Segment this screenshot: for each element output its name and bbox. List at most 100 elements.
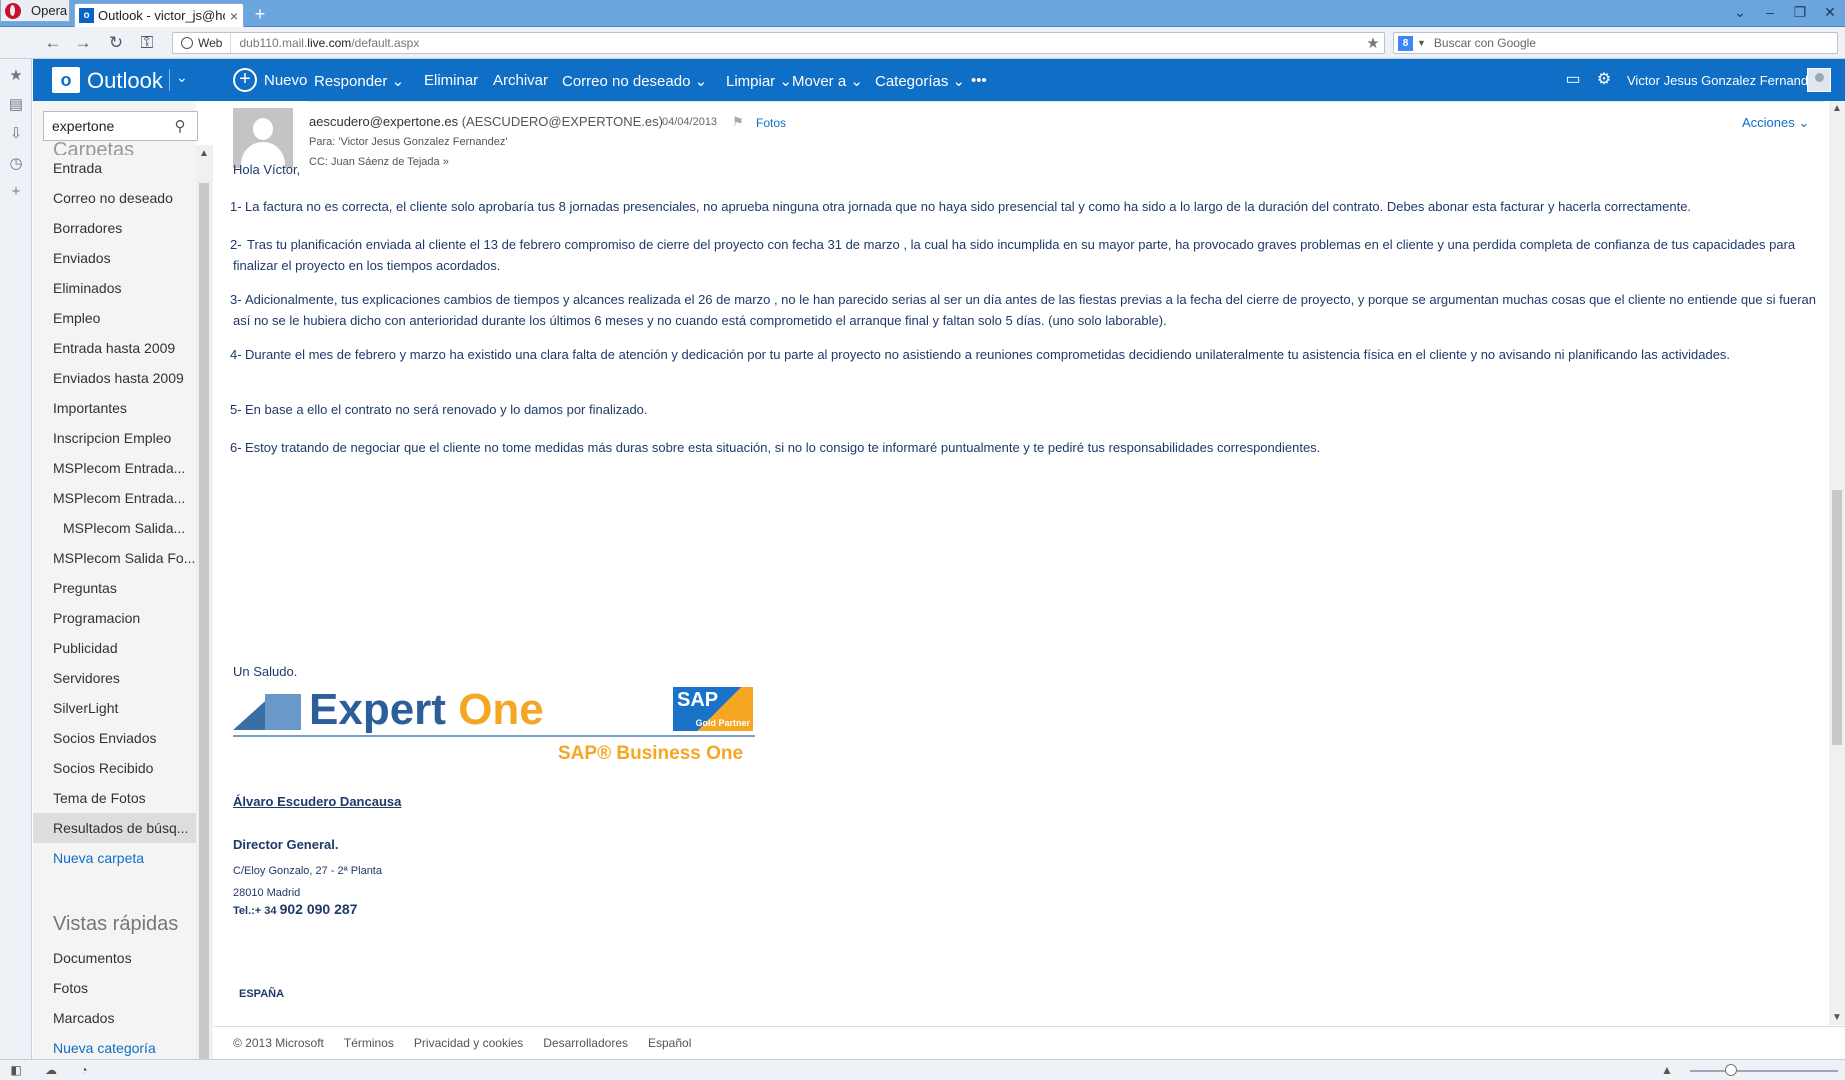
message-date: 04/04/2013 [662,116,718,128]
sender-line[interactable]: aescudero@expertone.es (AESCUDERO@EXPERT… [309,114,663,129]
mail-search-box[interactable]: ⚲ [43,111,198,141]
outlook-app-name[interactable]: Outlook [87,68,163,94]
categories-button[interactable]: Categorías ⌄ [875,72,965,90]
address-bar[interactable]: Web dub110.mail.live.com/default.aspx ★ [172,32,1385,54]
folder-item-importantes[interactable]: Importantes [33,393,196,423]
quick-view-flagged[interactable]: Marcados [33,1003,196,1033]
signature-name-link[interactable]: Álvaro Escudero Dancausa [233,794,401,809]
panel-toggle-icon[interactable]: ◧ [9,1063,23,1077]
folder-pane-scrollbar[interactable]: ▲ [196,145,213,1059]
search-icon[interactable]: ⚲ [170,117,190,135]
folder-item-servidores[interactable]: Servidores [33,663,196,693]
url-text[interactable]: dub110.mail.live.com/default.aspx [231,36,1362,50]
turbo-speed-icon[interactable]: ◔ [77,1063,91,1077]
flag-icon[interactable]: ⚑ [732,114,744,130]
zoom-slider-handle[interactable] [1725,1064,1737,1076]
more-commands-button[interactable]: ••• [971,72,987,89]
folder-item-deleted[interactable]: Eliminados [33,273,196,303]
tab-list-chevron-icon[interactable]: ⌄ [1725,0,1755,24]
reading-pane-scroll-thumb[interactable] [1832,490,1842,745]
tab-close-icon[interactable]: × [225,8,243,24]
reply-chevron-icon[interactable]: ⌄ [392,73,405,90]
reply-button[interactable]: Responder ⌄ [314,72,404,90]
terms-link[interactable]: Términos [344,1036,394,1050]
new-folder-link[interactable]: Nueva carpeta [33,843,196,873]
folder-item-entrada[interactable]: Entrada [33,153,196,183]
move-to-button[interactable]: Mover a ⌄ [792,72,863,90]
folder-item-msplecom-entrada-2[interactable]: MSPlecom Entrada... [33,483,196,513]
show-status-arrow-icon[interactable]: ▲ [1660,1063,1674,1077]
reload-icon[interactable]: ↻ [106,33,126,53]
scroll-up-icon[interactable]: ▲ [1832,103,1842,114]
folder-item-socios-recibido[interactable]: Socios Recibido [33,753,196,783]
junk-button[interactable]: Correo no deseado ⌄ [562,72,707,90]
back-arrow-icon[interactable]: ← [43,33,63,53]
folder-item-drafts[interactable]: Borradores [33,213,196,243]
quick-view-documents[interactable]: Documentos [33,943,196,973]
bookmark-star-icon[interactable]: ★ [1362,34,1384,52]
restore-icon[interactable]: ❐ [1785,0,1815,24]
add-panel-icon[interactable]: + [7,183,25,201]
folder-item-publicidad[interactable]: Publicidad [33,633,196,663]
folder-item-programacion[interactable]: Programacion [33,603,196,633]
folder-item-msplecom-salida[interactable]: MSPlecom Salida... [33,513,196,543]
sweep-button[interactable]: Limpiar ⌄ [726,72,792,90]
junk-chevron-icon[interactable]: ⌄ [695,73,708,90]
google-search-field[interactable]: 8 ▼ Buscar con Google [1393,32,1838,54]
folder-item-msplecom-salida-fo[interactable]: MSPlecom Salida Fo... [33,543,196,573]
forward-arrow-icon[interactable]: → [73,33,93,53]
minimize-icon[interactable]: – [1755,0,1785,24]
sender-email[interactable]: aescudero@expertone.es [309,114,458,129]
folder-item-msplecom-entrada-1[interactable]: MSPlecom Entrada... [33,453,196,483]
user-name[interactable]: Victor Jesus Gonzalez Fernandez [1627,73,1822,88]
browser-tab-outlook[interactable]: o Outlook - victor_js@ho... × [74,3,244,27]
settings-gear-icon[interactable]: ⚙ [1594,70,1614,90]
zoom-slider[interactable] [1690,1070,1838,1072]
scroll-up-icon[interactable]: ▲ [199,148,209,159]
quick-view-photos[interactable]: Fotos [33,973,196,1003]
actions-chevron-icon: ⌄ [1798,115,1810,130]
folder-item-tema-de-fotos[interactable]: Tema de Fotos [33,783,196,813]
new-tab-icon[interactable]: + [250,4,270,24]
paragraph-text: En base a ello el contrato no será renov… [245,402,648,417]
history-clock-icon[interactable]: ◷ [7,155,25,173]
actions-menu-button[interactable]: Acciones ⌄ [1742,115,1809,131]
url-mode-indicator[interactable]: Web [173,33,232,53]
avatar[interactable] [1807,68,1831,92]
messenger-icon[interactable]: ▭ [1563,70,1583,90]
app-switcher-chevron-icon[interactable]: ⌄ [176,69,188,86]
developers-link[interactable]: Desarrolladores [543,1036,628,1050]
folder-item-silverlight[interactable]: SilverLight [33,693,196,723]
folder-pane-scroll-thumb[interactable] [199,183,209,1059]
folder-item-empleo[interactable]: Empleo [33,303,196,333]
new-plus-icon[interactable]: + [233,68,257,92]
folder-item-junk[interactable]: Correo no deseado [33,183,196,213]
unite-cloud-icon[interactable]: ☁ [44,1063,58,1077]
language-link[interactable]: Español [648,1036,691,1050]
folder-item-inbox-2009[interactable]: Entrada hasta 2009 [33,333,196,363]
privacy-link[interactable]: Privacidad y cookies [414,1036,523,1050]
reading-pane-scrollbar[interactable]: ▲ ▼ [1829,101,1845,1025]
folder-item-socios-enviados[interactable]: Socios Enviados [33,723,196,753]
scroll-down-icon[interactable]: ▼ [1832,1012,1842,1023]
new-message-button[interactable]: Nuevo [264,72,307,89]
folder-item-sent-2009[interactable]: Enviados hasta 2009 [33,363,196,393]
photos-link[interactable]: Fotos [756,116,786,130]
signature-phone: Tel.:+ 34 902 090 287 [233,901,357,917]
folder-item-inscripcion-empleo[interactable]: Inscripcion Empleo [33,423,196,453]
delete-button[interactable]: Eliminar [424,72,478,89]
folder-item-search-results[interactable]: Resultados de búsq... [33,813,196,843]
close-window-icon[interactable]: ✕ [1815,0,1845,24]
downloads-icon[interactable]: ⇩ [7,125,25,143]
search-input[interactable] [52,118,170,134]
bookmarks-star-icon[interactable]: ★ [7,67,25,85]
folder-item-sent[interactable]: Enviados [33,243,196,273]
greeting: Hola Víctor, [233,162,301,177]
outlook-logo-icon[interactable]: o [52,67,80,93]
notes-icon[interactable]: ▤ [7,96,25,114]
archive-button[interactable]: Archivar [493,72,548,89]
key-icon[interactable]: ⚿ [137,33,157,53]
opera-menu-button[interactable]: Opera [0,0,70,22]
folder-item-preguntas[interactable]: Preguntas [33,573,196,603]
search-engine-dropdown-icon[interactable]: ▼ [1417,38,1426,48]
